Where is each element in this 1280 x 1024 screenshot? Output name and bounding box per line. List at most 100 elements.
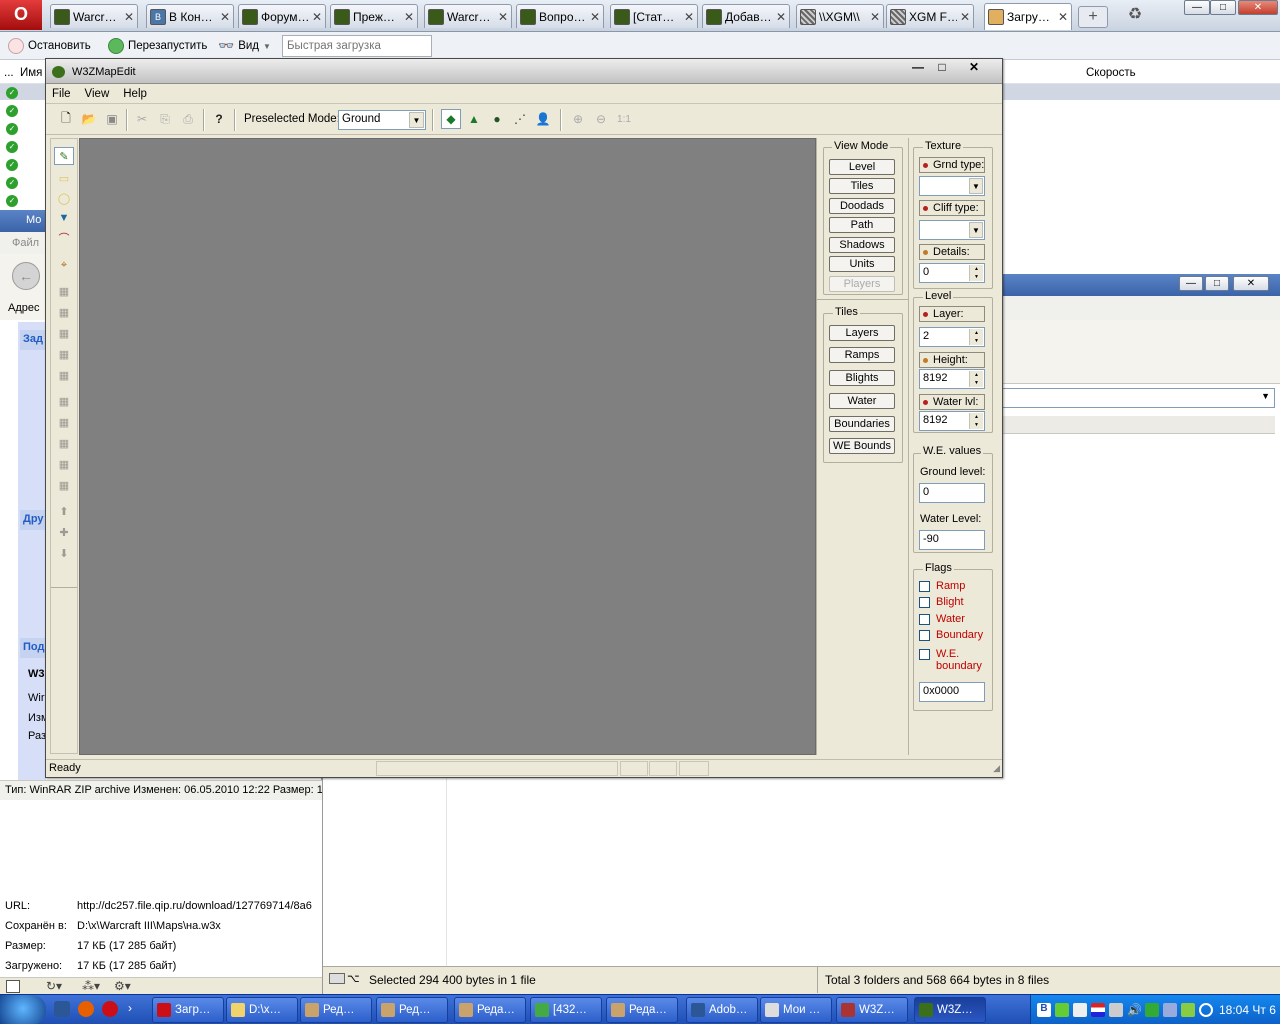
spin-arrows-icon[interactable]: ▲ ▼	[969, 371, 983, 387]
paste-icon[interactable]: ⎙	[178, 109, 198, 129]
view-button[interactable]: 👓 Вид ▼	[218, 37, 271, 55]
trash-icon[interactable]: ♻	[1124, 4, 1146, 28]
checkbox[interactable]	[919, 581, 930, 592]
panel-toggle-icon[interactable]	[6, 980, 20, 993]
brush-shape-3-icon[interactable]: ▦	[54, 434, 74, 452]
copy-icon[interactable]: ⎘	[155, 109, 175, 129]
firefox-icon[interactable]	[78, 1001, 94, 1017]
checkbox[interactable]	[919, 649, 930, 660]
explorer-right-address[interactable]: ▼	[999, 388, 1275, 408]
view-players-button[interactable]: Players	[829, 276, 895, 292]
minimize-icon[interactable]: —	[1179, 276, 1203, 291]
taskbar-task-8[interactable]: Adob…	[686, 997, 758, 1023]
curve-icon[interactable]: ⌒	[54, 229, 74, 247]
tab-close-icon[interactable]: ✕	[1058, 10, 1068, 24]
checkbox[interactable]	[919, 630, 930, 641]
taskbar-task-7[interactable]: Реда…	[606, 997, 678, 1023]
close-icon[interactable]: ✕	[1238, 0, 1278, 15]
tab-7[interactable]: [Стат… ✕	[610, 4, 698, 28]
spin-arrows-icon[interactable]: ▲ ▼	[969, 265, 983, 281]
map-canvas[interactable]	[79, 138, 816, 755]
tab-close-icon[interactable]: ✕	[498, 10, 508, 24]
resize-grip-icon[interactable]: ◢	[993, 763, 1000, 774]
close-icon[interactable]: ✕	[960, 60, 988, 76]
tiles-layers-button[interactable]: Layers	[829, 325, 895, 341]
maximize-icon[interactable]: □	[1205, 276, 1229, 291]
tray-nvidia-icon[interactable]	[1181, 1003, 1195, 1017]
cliff-mode-icon[interactable]: ●	[487, 109, 507, 129]
tab-close-icon[interactable]: ✕	[870, 10, 880, 24]
tiles-blights-button[interactable]: Blights	[829, 370, 895, 386]
flag-ramp[interactable]: Ramp	[919, 580, 965, 592]
new-tab-button[interactable]: +	[1078, 6, 1108, 28]
ground-mode-icon[interactable]: ◆	[441, 109, 461, 129]
vk-tray-icon[interactable]: B	[1037, 1003, 1051, 1017]
minimize-icon[interactable]: —	[1184, 0, 1210, 15]
save-icon[interactable]: ▣	[102, 109, 122, 129]
water-lvl-spinbox[interactable]: 8192 ▲ ▼	[919, 411, 985, 431]
fill-icon[interactable]: ▼	[54, 209, 74, 227]
zoom-out-icon[interactable]: ⊖	[591, 109, 611, 129]
tab-3[interactable]: Форум… ✕	[238, 4, 326, 28]
view-tiles-button[interactable]: Tiles	[829, 178, 895, 194]
tab-close-icon[interactable]: ✕	[220, 10, 230, 24]
spin-arrows-icon[interactable]: ▲ ▼	[969, 413, 983, 429]
sync-icon[interactable]: ↻▾	[46, 979, 62, 993]
tab-close-icon[interactable]: ✕	[404, 10, 414, 24]
clock[interactable]: 18:04 Чт 6	[1219, 1003, 1276, 1017]
zoom-in-icon[interactable]: ⊕	[568, 109, 588, 129]
tray-notepad-icon[interactable]	[1073, 1003, 1087, 1017]
tab-5[interactable]: Warcr… ✕	[424, 4, 512, 28]
taskbar-task-9[interactable]: Мои …	[760, 997, 832, 1023]
tiles-ramps-button[interactable]: Ramps	[829, 347, 895, 363]
taskbar-task-10[interactable]: W3Z…	[836, 997, 908, 1023]
zoom-reset-button[interactable]: 1:1	[614, 109, 634, 129]
network-icon[interactable]	[1109, 1003, 1123, 1017]
tab-close-icon[interactable]: ✕	[590, 10, 600, 24]
tab-close-icon[interactable]: ✕	[960, 10, 970, 24]
new-file-icon[interactable]: 🗋	[56, 109, 76, 129]
grnd-type-select[interactable]: ▼	[919, 176, 985, 196]
pencil-icon[interactable]: ✎	[54, 147, 74, 165]
preselected-mode-select[interactable]: Ground ▼	[338, 110, 426, 130]
taskbar-task-5[interactable]: Реда…	[454, 997, 526, 1023]
tray-clock-icon[interactable]	[1199, 1003, 1213, 1017]
water-level-field[interactable]: -90	[919, 530, 985, 550]
select-rect-icon[interactable]: ▭	[54, 169, 74, 187]
ground-level-field[interactable]: 0	[919, 483, 985, 503]
tab-close-icon[interactable]: ✕	[684, 10, 694, 24]
column-options[interactable]: ...	[4, 67, 14, 79]
detail-path[interactable]: D:\x\Warcraft III\Maps\на.w3x	[77, 920, 221, 932]
path-mode-icon[interactable]: ⋰	[510, 109, 530, 129]
tab-1[interactable]: Warcr… ✕	[50, 4, 138, 28]
doodad-mode-icon[interactable]: ▲	[464, 109, 484, 129]
settings-icon[interactable]: ⚙▾	[114, 979, 131, 993]
spin-arrows-icon[interactable]: ▲ ▼	[969, 329, 983, 345]
tab-4[interactable]: Преж… ✕	[330, 4, 418, 28]
tab-close-icon[interactable]: ✕	[312, 10, 322, 24]
taskbar-task-1[interactable]: Загр…	[152, 997, 224, 1023]
menu-file[interactable]: File	[52, 88, 71, 100]
menu-help[interactable]: Help	[123, 88, 147, 100]
quick-download-input[interactable]	[282, 35, 432, 57]
height-spinbox[interactable]: 8192 ▲ ▼	[919, 369, 985, 389]
chevron-down-icon[interactable]: ▼	[969, 178, 983, 194]
chevron-down-icon[interactable]: ▼	[969, 222, 983, 238]
tiles-water-button[interactable]: Water	[829, 393, 895, 409]
tray-green-icon[interactable]	[1145, 1003, 1159, 1017]
menu-file[interactable]: Файл	[12, 237, 39, 249]
opera-icon[interactable]	[102, 1001, 118, 1017]
tab-9[interactable]: \\XGM\\ ✕	[796, 4, 884, 28]
menu-view[interactable]: View	[85, 88, 110, 100]
tiles-boundaries-button[interactable]: Boundaries	[829, 416, 895, 432]
photoshop-icon[interactable]	[54, 1001, 70, 1017]
volume-icon[interactable]: 🔊	[1127, 1003, 1142, 1017]
taskbar-task-11[interactable]: W3Z…	[914, 997, 986, 1023]
brush-shape-5-icon[interactable]: ▦	[54, 476, 74, 494]
open-folder-icon[interactable]: 📂	[79, 109, 99, 129]
tiles-webounds-button[interactable]: WE Bounds	[829, 438, 895, 454]
flags-hex-field[interactable]: 0x0000	[919, 682, 985, 702]
taskbar-task-2[interactable]: D:\x…	[226, 997, 298, 1023]
brush-shape-2-icon[interactable]: ▦	[54, 413, 74, 431]
brush-size-3-icon[interactable]: ▦	[54, 324, 74, 342]
